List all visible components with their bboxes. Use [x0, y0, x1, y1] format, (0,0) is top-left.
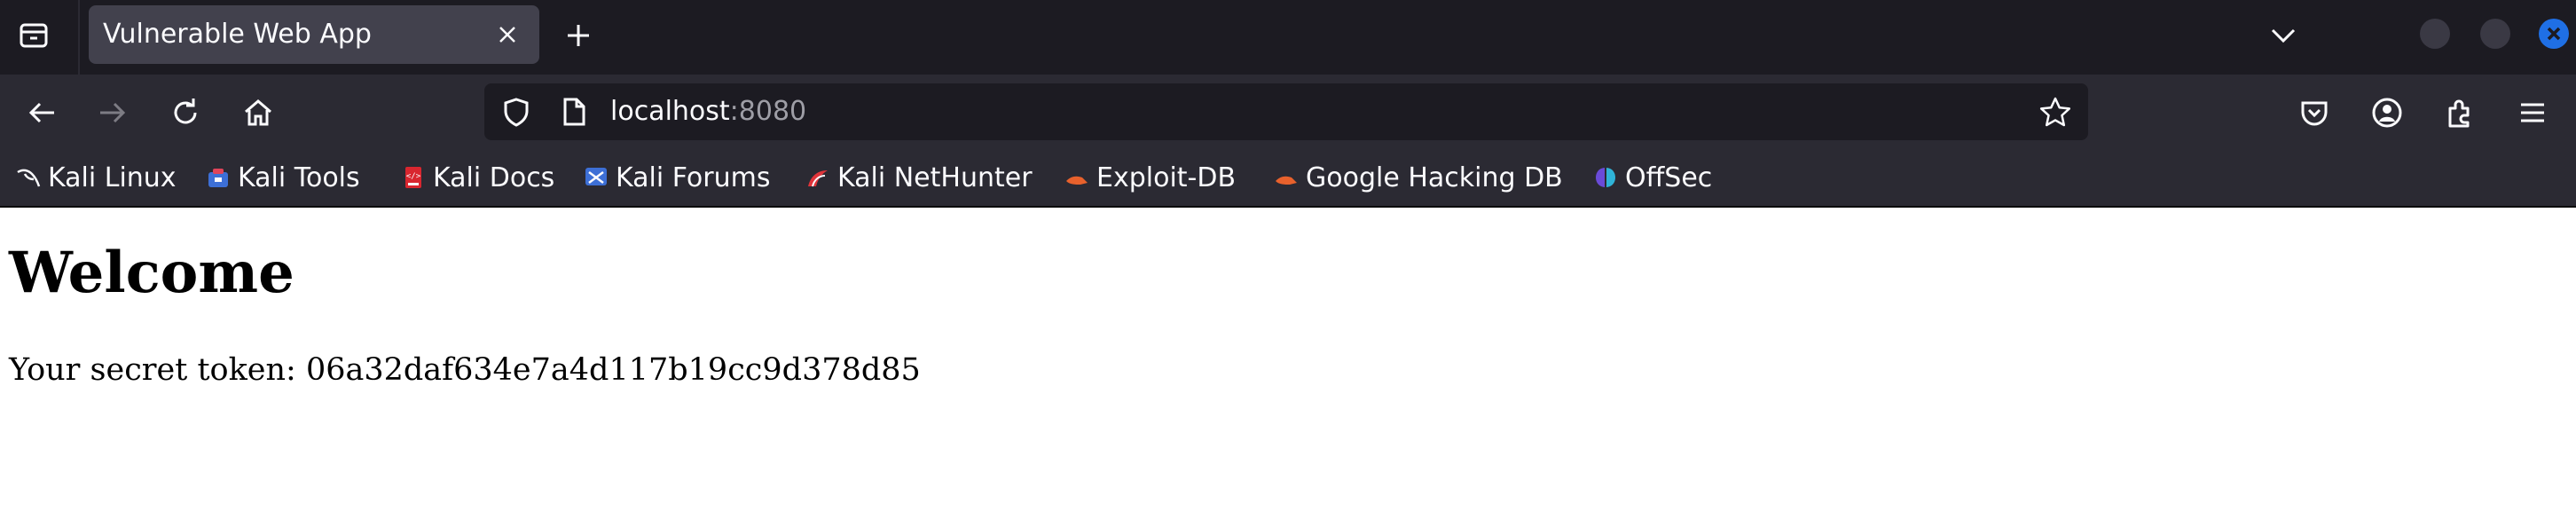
- bookmark-label: OffSec: [1625, 162, 1713, 193]
- bookmark-label: Kali Forums: [616, 162, 771, 193]
- bookmark-label: Kali Docs: [433, 162, 555, 193]
- secret-token-text: Your secret token: 06a32daf634e7a4d117b1…: [9, 352, 921, 388]
- url-host: localhost: [610, 96, 730, 127]
- arrow-left-icon: [28, 102, 54, 123]
- account-icon: [2372, 98, 2402, 128]
- bookmark-exploit-db[interactable]: Exploit-DB: [1064, 149, 1236, 206]
- bookmark-kali-linux[interactable]: Kali Linux: [16, 149, 177, 206]
- close-icon: [2547, 27, 2561, 41]
- url-port: :8080: [729, 96, 807, 127]
- page-icon[interactable]: [559, 96, 589, 128]
- page-heading: Welcome: [9, 240, 295, 306]
- bookmark-label: Google Hacking DB: [1306, 162, 1563, 193]
- list-all-tabs-button[interactable]: [11, 16, 57, 55]
- bookmark-label: Kali NetHunter: [837, 162, 1033, 193]
- ghdb-icon: [1276, 176, 1297, 185]
- svg-text:</>: </>: [406, 172, 421, 181]
- star-icon[interactable]: [2038, 96, 2072, 128]
- bookmark-kali-docs[interactable]: </> Kali Docs: [401, 149, 554, 206]
- minimize-button[interactable]: [2420, 19, 2450, 49]
- bookmark-label: Kali Linux: [48, 162, 177, 193]
- shield-icon[interactable]: [500, 96, 532, 128]
- pocket-button[interactable]: [2294, 92, 2335, 133]
- tab-list-icon: [20, 23, 48, 48]
- maximize-button[interactable]: [2480, 19, 2510, 49]
- bookmark-google-hacking-db[interactable]: Google Hacking DB: [1274, 149, 1563, 206]
- menu-button[interactable]: [2512, 92, 2553, 133]
- bookmark-kali-forums[interactable]: Kali Forums: [584, 149, 770, 206]
- chevron-down-icon[interactable]: [2266, 18, 2301, 53]
- reload-button[interactable]: [165, 92, 206, 133]
- home-icon: [245, 99, 271, 126]
- pocket-icon: [2301, 101, 2328, 126]
- bookmark-kali-tools[interactable]: Kali Tools: [206, 149, 360, 206]
- reload-icon: [174, 98, 197, 124]
- tab-title: Vulnerable Web App: [103, 19, 372, 50]
- bookmark-offsec[interactable]: OffSec: [1593, 149, 1712, 206]
- extensions-button[interactable]: [2439, 92, 2480, 133]
- page-content: Welcome Your secret token: 06a32daf634e7…: [0, 208, 2576, 520]
- navigation-toolbar: localhost:8080: [0, 75, 2576, 149]
- arrow-right-icon: [100, 102, 126, 123]
- kali-tools-icon: [208, 169, 228, 187]
- url-text[interactable]: localhost:8080: [610, 83, 806, 140]
- bookmark-label: Exploit-DB: [1096, 162, 1237, 193]
- tab-separator: [78, 0, 80, 75]
- tab-strip: Vulnerable Web App: [0, 0, 2576, 75]
- bookmarks-toolbar: Kali Linux Kali Tools </> Kali Docs Kali…: [0, 149, 2576, 208]
- home-button[interactable]: [238, 92, 279, 133]
- bookmark-kali-nethunter[interactable]: Kali NetHunter: [805, 149, 1033, 206]
- close-tab-icon[interactable]: [495, 22, 520, 47]
- hamburger-menu-icon: [2521, 103, 2544, 122]
- account-button[interactable]: [2367, 92, 2407, 133]
- puzzle-icon: [2448, 99, 2470, 128]
- offsec-icon: [1596, 168, 1615, 187]
- address-bar[interactable]: localhost:8080: [484, 83, 2088, 140]
- close-window-button[interactable]: [2539, 19, 2569, 49]
- kali-nethunter-icon: [808, 170, 828, 187]
- new-tab-icon[interactable]: [561, 18, 596, 53]
- bookmark-label: Kali Tools: [238, 162, 360, 193]
- exploit-db-icon: [1066, 176, 1088, 185]
- back-button[interactable]: [21, 92, 62, 133]
- kali-dragon-icon: [17, 169, 41, 187]
- kali-forums-icon: [585, 168, 607, 185]
- forward-button[interactable]: [92, 92, 133, 133]
- kali-docs-icon: </>: [405, 167, 421, 188]
- active-tab[interactable]: Vulnerable Web App: [89, 5, 539, 64]
